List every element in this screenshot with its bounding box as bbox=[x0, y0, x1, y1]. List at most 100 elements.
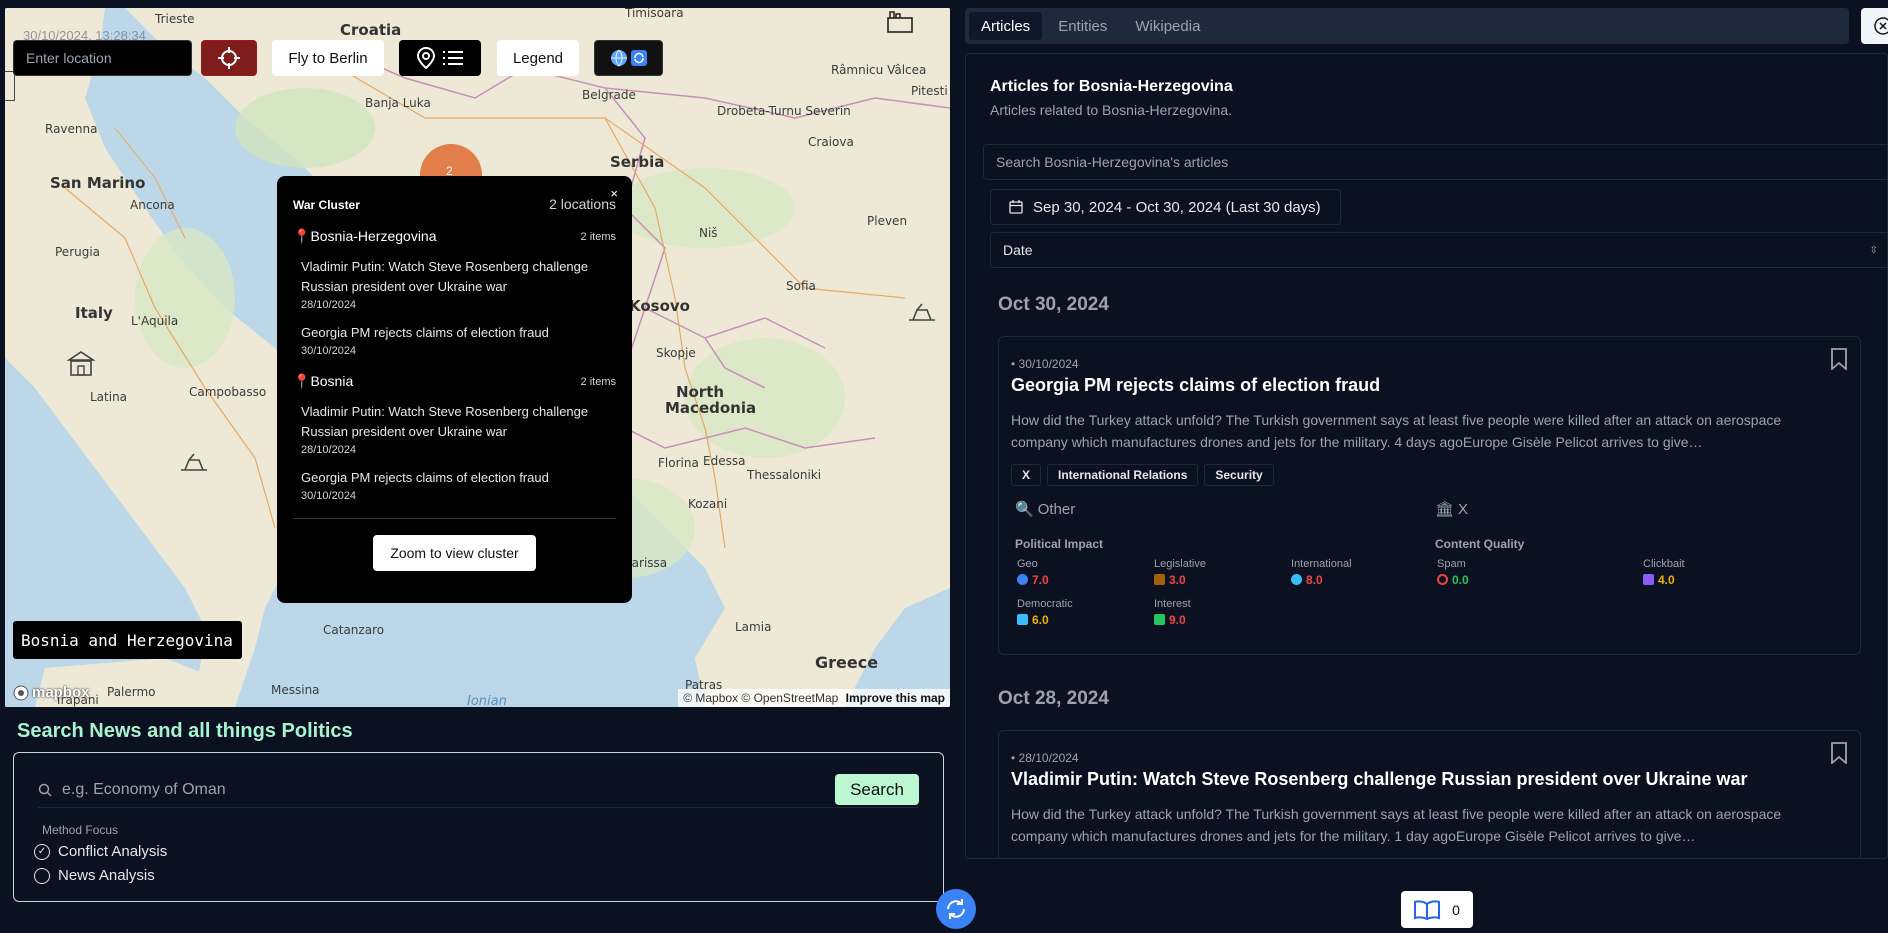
method-option-conflict[interactable]: ✓ Conflict Analysis bbox=[34, 843, 167, 860]
article-title[interactable]: Georgia PM rejects claims of election fr… bbox=[1011, 375, 1380, 396]
checked-radio-icon[interactable]: ✓ bbox=[34, 843, 50, 860]
globe-icon bbox=[1017, 574, 1028, 585]
date-range-label: Sep 30, 2024 - Oct 30, 2024 (Last 30 day… bbox=[1033, 198, 1321, 216]
map-view[interactable]: Trieste Croatia Timisoara Ravenna Banja … bbox=[5, 8, 950, 707]
close-panel-button[interactable] bbox=[1861, 8, 1888, 44]
popup-location-count: 2 locations bbox=[549, 196, 616, 212]
popup-article-title[interactable]: Vladimir Putin: Watch Steve Rosenberg ch… bbox=[301, 257, 616, 297]
pin-icon: 📍 bbox=[293, 228, 311, 244]
cluster-popup: × War Cluster 2 locations 📍Bosnia-Herzeg… bbox=[277, 176, 632, 603]
tag[interactable]: International Relations bbox=[1047, 464, 1199, 486]
map-marker-edge[interactable] bbox=[5, 71, 15, 101]
map-place-label: Niš bbox=[699, 226, 718, 240]
popup-article[interactable]: Vladimir Putin: Watch Steve Rosenberg ch… bbox=[293, 402, 616, 456]
date-range-picker[interactable]: Sep 30, 2024 - Oct 30, 2024 (Last 30 day… bbox=[990, 189, 1341, 225]
close-icon[interactable]: × bbox=[610, 186, 618, 201]
method-focus-label: Method Focus bbox=[42, 823, 119, 837]
globe-icon bbox=[610, 49, 627, 67]
layer-toggle-button[interactable] bbox=[594, 40, 663, 76]
tag[interactable]: Security bbox=[1204, 464, 1274, 486]
selected-country-label: Bosnia and Herzegovina bbox=[13, 621, 242, 659]
bookmark-icon[interactable] bbox=[1830, 742, 1848, 764]
metric-geo: Geo 7.0 bbox=[1017, 558, 1049, 587]
mapbox-icon bbox=[13, 685, 29, 700]
article-card[interactable]: • 28/10/2024 Vladimir Putin: Watch Steve… bbox=[998, 730, 1861, 858]
article-summary: How did the Turkey attack unfold? The Tu… bbox=[1011, 412, 1782, 450]
zoom-to-cluster-button[interactable]: Zoom to view cluster bbox=[373, 535, 536, 571]
attribution-text[interactable]: © Mapbox © OpenStreetMap bbox=[683, 691, 838, 705]
mapbox-logo[interactable]: mapbox bbox=[13, 684, 90, 701]
article-summary: How did the Turkey attack unfold? The Tu… bbox=[1011, 806, 1782, 844]
locate-button[interactable] bbox=[201, 40, 257, 76]
popup-article-title[interactable]: Georgia PM rejects claims of election fr… bbox=[301, 468, 616, 488]
map-country-label: North Macedonia bbox=[665, 383, 757, 417]
metric-international: International 8.0 bbox=[1291, 558, 1352, 587]
close-icon bbox=[1874, 17, 1888, 35]
bookmark-icon[interactable] bbox=[1830, 348, 1848, 370]
article-search-input[interactable]: Search Bosnia-Herzegovina's articles bbox=[983, 144, 1887, 180]
tab-articles[interactable]: Articles bbox=[969, 12, 1043, 40]
sort-select[interactable]: Date ⇳ bbox=[990, 232, 1887, 268]
saved-count: 0 bbox=[1452, 901, 1460, 918]
popup-article-date: 28/10/2024 bbox=[301, 444, 357, 456]
map-place-label: Messina bbox=[271, 683, 320, 697]
prohibited-icon bbox=[1437, 574, 1448, 585]
ballot-box-icon bbox=[1017, 614, 1028, 625]
popup-article[interactable]: Vladimir Putin: Watch Steve Rosenberg ch… bbox=[293, 257, 616, 311]
article-title[interactable]: Vladimir Putin: Watch Steve Rosenberg ch… bbox=[1011, 769, 1748, 790]
search-button[interactable]: Search bbox=[835, 774, 919, 805]
map-place-label: Catanzaro bbox=[323, 623, 385, 637]
refresh-button[interactable] bbox=[936, 889, 976, 929]
map-place-label: Lamia bbox=[735, 620, 772, 634]
method-option-label: Conflict Analysis bbox=[58, 843, 168, 860]
marker-list-button[interactable] bbox=[399, 40, 481, 76]
popup-article[interactable]: Georgia PM rejects claims of election fr… bbox=[293, 323, 616, 357]
map-attribution: © Mapbox © OpenStreetMap Improve this ma… bbox=[678, 689, 950, 707]
article-category-left: 🔍 Other bbox=[1015, 500, 1076, 519]
fishing-icon bbox=[1643, 574, 1654, 585]
government-marker-icon[interactable] bbox=[65, 348, 97, 380]
bar-chart-icon bbox=[1154, 614, 1165, 625]
radio-icon[interactable] bbox=[34, 867, 50, 884]
method-option-news[interactable]: News Analysis bbox=[34, 867, 155, 884]
metric-spam: Spam 0.0 bbox=[1437, 558, 1469, 587]
location-input[interactable]: Enter location bbox=[13, 40, 192, 76]
sort-value: Date bbox=[1003, 242, 1033, 258]
globe-icon bbox=[1291, 574, 1302, 585]
calendar-icon bbox=[1009, 200, 1023, 214]
search-panel: e.g. Economy of Oman Search Method Focus… bbox=[13, 752, 944, 902]
map-pin-icon bbox=[417, 47, 435, 69]
article-date: • 28/10/2024 bbox=[1011, 751, 1079, 765]
popup-article-title[interactable]: Vladimir Putin: Watch Steve Rosenberg ch… bbox=[301, 402, 616, 442]
popup-article[interactable]: Georgia PM rejects claims of election fr… bbox=[293, 468, 616, 502]
metric-interest: Interest 9.0 bbox=[1154, 598, 1191, 627]
saved-articles-button[interactable]: 0 bbox=[1401, 891, 1473, 928]
scroll-icon bbox=[1154, 574, 1165, 585]
popup-divider bbox=[293, 518, 616, 519]
map-place-label: Skopje bbox=[656, 346, 696, 360]
military-marker-icon[interactable] bbox=[907, 300, 937, 324]
map-place-label: Palermo bbox=[107, 685, 156, 699]
improve-map-link[interactable]: Improve this map bbox=[846, 691, 945, 705]
factory-marker-icon[interactable] bbox=[885, 10, 915, 34]
map-place-label: Kozani bbox=[688, 497, 728, 511]
map-place-label: Pitesti bbox=[911, 84, 948, 98]
map-country-label: San Marino bbox=[50, 174, 146, 192]
article-card[interactable]: • 30/10/2024 Georgia PM rejects claims o… bbox=[998, 336, 1861, 655]
legend-button[interactable]: Legend bbox=[497, 40, 579, 76]
tab-wikipedia[interactable]: Wikipedia bbox=[1123, 12, 1212, 40]
tag[interactable]: X bbox=[1011, 464, 1042, 486]
panel-subtitle: Articles related to Bosnia-Herzegovina. bbox=[990, 102, 1233, 118]
location-item-count: 2 items bbox=[580, 375, 616, 388]
list-icon bbox=[443, 51, 463, 65]
tab-entities[interactable]: Entities bbox=[1046, 12, 1119, 40]
map-place-label: Perugia bbox=[55, 245, 101, 259]
pin-icon: 📍 bbox=[293, 373, 311, 389]
popup-title: War Cluster bbox=[293, 198, 360, 212]
fly-to-berlin-button[interactable]: Fly to Berlin bbox=[272, 40, 384, 76]
refresh-icon bbox=[947, 899, 965, 919]
popup-article-date: 30/10/2024 bbox=[301, 345, 357, 357]
popup-article-title[interactable]: Georgia PM rejects claims of election fr… bbox=[301, 323, 616, 343]
search-input[interactable]: e.g. Economy of Oman bbox=[62, 781, 835, 799]
military-marker-icon[interactable] bbox=[179, 450, 209, 474]
